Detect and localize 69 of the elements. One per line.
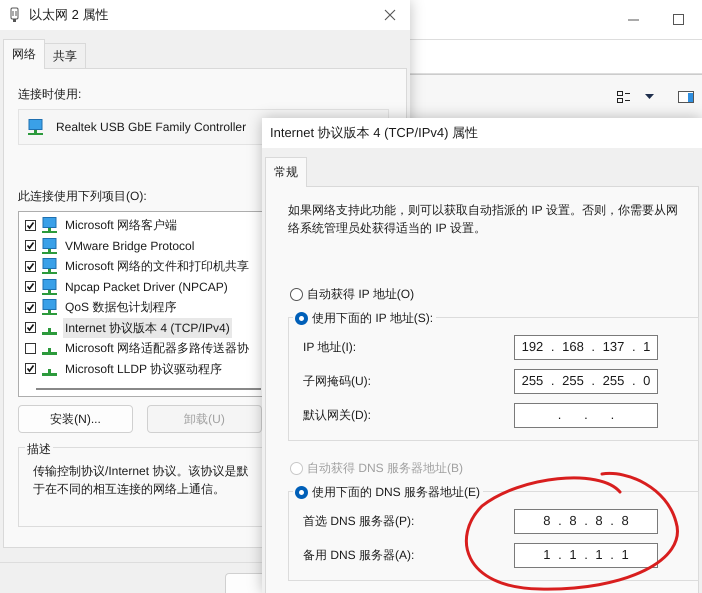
check-icon: [26, 364, 35, 374]
window-title: Internet 协议版本 4 (TCP/IPv4) 属性: [270, 124, 478, 142]
intro-text: 如果网络支持此功能，则可以获取自动指派的 IP 设置。否则，你需要从网络系统管理员处获得适当的 IP 设置。: [288, 202, 679, 237]
list-item[interactable]: Internet 协议版本 4 (TCP/IPv4): [63, 318, 232, 338]
network-service-icon: [41, 238, 58, 254]
field-label: 子网掩码(U):: [303, 373, 371, 390]
list-item[interactable]: Microsoft 网络的文件和打印机共享: [63, 256, 252, 276]
window-title: 以太网 2 属性: [29, 6, 108, 24]
minimize-icon[interactable]: [628, 18, 639, 20]
field-label: 连接时使用:: [18, 86, 82, 103]
network-service-icon: [41, 278, 58, 295]
network-adapter-icon: [27, 119, 44, 135]
maximize-icon[interactable]: [673, 14, 684, 25]
network-protocol-icon: [42, 348, 57, 356]
checkbox[interactable]: [25, 260, 36, 272]
checkbox[interactable]: [25, 302, 36, 313]
adapter-name: Realtek USB GbE Family Controller: [56, 119, 246, 136]
caret-icon[interactable]: [645, 94, 654, 99]
field-label: 首选 DNS 服务器(P):: [303, 513, 414, 530]
field-label: 此连接使用下列项目(O):: [18, 188, 148, 205]
check-icon: [26, 282, 35, 292]
network-protocol-icon: [42, 328, 57, 335]
checkbox[interactable]: [25, 240, 36, 252]
preview-pane-icon[interactable]: [678, 90, 694, 102]
network-service-icon: [41, 299, 58, 316]
close-icon[interactable]: [384, 9, 396, 21]
checkbox[interactable]: [25, 322, 36, 334]
field-label: IP 地址(I):: [303, 339, 356, 356]
check-icon: [26, 220, 35, 230]
check-icon: [26, 302, 35, 312]
scrollbar[interactable]: [36, 388, 261, 390]
ip-address-field[interactable]: 192 . 168 . 137 . 1: [514, 334, 658, 360]
field-label: 备用 DNS 服务器(A):: [303, 547, 414, 564]
radio-label[interactable]: 使用下面的 IP 地址(S):: [312, 309, 434, 327]
check-icon: [26, 262, 35, 271]
radio-label[interactable]: 自动获得 IP 地址(O): [307, 285, 414, 303]
ip-address-field[interactable]: 8 . 8 . 8 . 8: [514, 508, 658, 534]
tab[interactable]: 常规: [265, 157, 307, 187]
network-service-icon: [41, 217, 58, 234]
checkbox[interactable]: [25, 342, 36, 354]
tab[interactable]: 共享: [44, 43, 86, 68]
description-text: 传输控制协议/Internet 协议。该协议是默: [33, 463, 248, 480]
view-options-icon[interactable]: [617, 90, 631, 102]
list-item[interactable]: QoS 数据包计划程序: [63, 297, 178, 318]
check-icon: [26, 241, 35, 250]
radio-button[interactable]: [295, 312, 308, 324]
button[interactable]: 安装(N)...: [18, 405, 133, 433]
ip-address-field[interactable]: 255 . 255 . 255 . 0: [514, 368, 658, 394]
checkbox[interactable]: [25, 363, 36, 374]
check-icon: [26, 323, 35, 332]
radio-button[interactable]: [290, 288, 303, 300]
list-item[interactable]: Microsoft 网络适配器多路传送器协: [63, 338, 252, 358]
list-item[interactable]: Microsoft LLDP 协议驱动程序: [63, 358, 224, 379]
radio-button[interactable]: [295, 486, 308, 498]
field-label: 默认网关(D):: [303, 407, 371, 424]
group-label: 描述: [25, 440, 53, 458]
radio-label: 自动获得 DNS 服务器地址(B): [307, 460, 463, 477]
description-text: 于在不同的相互连接的网络上通信。: [33, 481, 225, 498]
ip-address-field[interactable]: . . .: [514, 402, 658, 428]
tab[interactable]: 网络: [3, 39, 45, 69]
adapter-icon: [8, 7, 21, 23]
list-item[interactable]: Microsoft 网络客户端: [63, 215, 180, 236]
network-protocol-icon: [42, 368, 57, 376]
network-service-icon: [41, 258, 58, 274]
checkbox[interactable]: [25, 220, 36, 231]
checkbox[interactable]: [25, 281, 36, 292]
ip-address-field[interactable]: 1 . 1 . 1 . 1: [514, 542, 658, 568]
list-item[interactable]: Npcap Packet Driver (NPCAP): [63, 276, 230, 297]
list-item[interactable]: VMware Bridge Protocol: [63, 236, 196, 256]
